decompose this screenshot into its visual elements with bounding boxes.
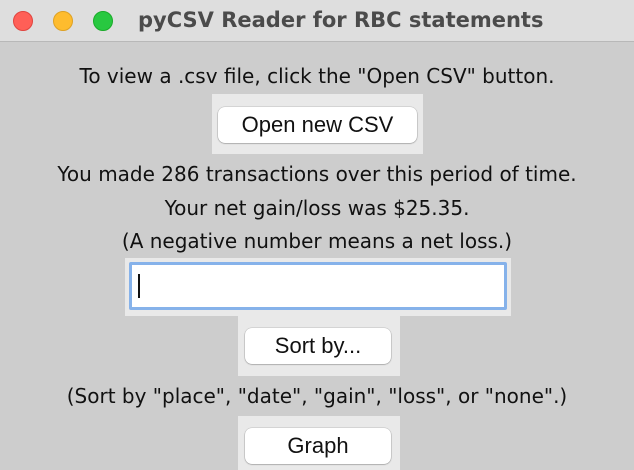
app-window: pyCSV Reader for RBC statements To view …	[0, 0, 634, 470]
net-loss-note-text: (A negative number means a net loss.)	[121, 229, 513, 253]
instruction-text: To view a .csv file, click the "Open CSV…	[79, 64, 555, 88]
net-gain-loss-text: Your net gain/loss was $25.35.	[164, 196, 470, 220]
graph-button-frame: Graph	[238, 416, 400, 470]
text-caret	[138, 274, 140, 298]
title-bar[interactable]: pyCSV Reader for RBC statements	[0, 0, 634, 42]
graph-button[interactable]: Graph	[245, 428, 391, 464]
zoom-window-button[interactable]	[93, 11, 113, 31]
window-title: pyCSV Reader for RBC statements	[138, 8, 544, 32]
sort-button-frame: Sort by...	[238, 316, 400, 376]
open-csv-button[interactable]: Open new CSV	[218, 107, 417, 143]
sort-entry-input[interactable]	[129, 262, 507, 310]
entry-frame	[125, 258, 511, 316]
sort-hint-text: (Sort by "place", "date", "gain", "loss"…	[66, 384, 568, 408]
open-button-frame: Open new CSV	[212, 94, 423, 154]
transactions-count-text: You made 286 transactions over this peri…	[57, 162, 577, 186]
minimize-window-button[interactable]	[53, 11, 73, 31]
sort-by-button[interactable]: Sort by...	[245, 328, 391, 364]
close-window-button[interactable]	[13, 11, 33, 31]
